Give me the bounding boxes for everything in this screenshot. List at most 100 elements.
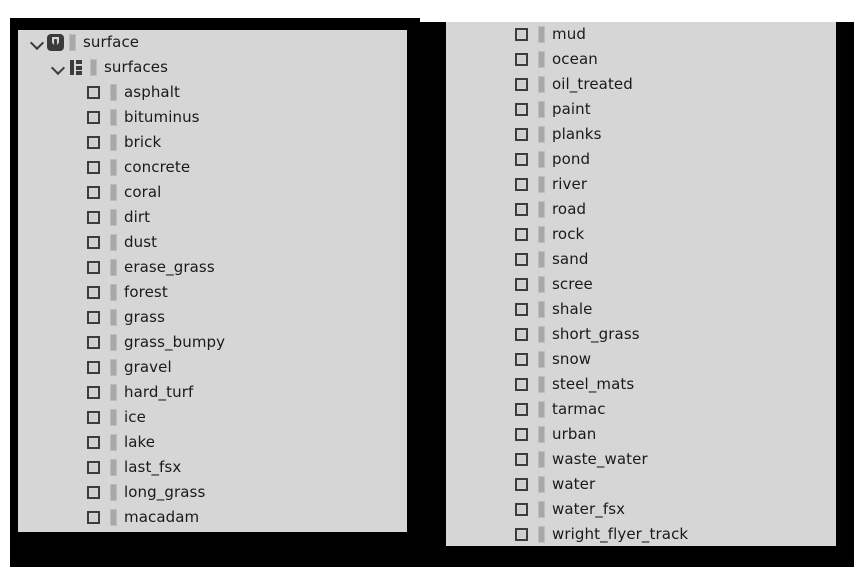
tree-item[interactable]: long_grass [18,480,407,505]
tree-node-label: surfaces [104,58,169,76]
tree-item[interactable]: steel_mats [446,372,836,397]
tree-item-label: forest [124,283,168,301]
item-checkbox[interactable] [87,161,100,174]
item-checkbox[interactable] [515,453,528,466]
tree-item[interactable]: last_fsx [18,455,407,480]
tree-item-label: ice [124,408,146,426]
tree-item[interactable]: pond [446,147,836,172]
item-checkbox[interactable] [515,353,528,366]
tree-item[interactable]: asphalt [18,80,407,105]
item-checkbox[interactable] [87,486,100,499]
item-checkbox[interactable] [515,203,528,216]
item-checkbox[interactable] [515,228,528,241]
item-checkbox[interactable] [87,261,100,274]
item-checkbox[interactable] [87,111,100,124]
tree-item-label: water [552,475,596,493]
tree-item[interactable]: urban [446,422,836,447]
tree-item[interactable]: sand [446,247,836,272]
item-checkbox[interactable] [87,136,100,149]
tree-item[interactable]: dust [18,230,407,255]
item-checkbox[interactable] [87,336,100,349]
item-checkbox[interactable] [515,128,528,141]
tree-item[interactable]: water [446,472,836,497]
tree-node-surfaces[interactable]: surfaces [18,55,407,80]
item-checkbox[interactable] [515,28,528,41]
item-checkbox[interactable] [515,328,528,341]
chevron-down-icon[interactable] [49,58,68,77]
item-checkbox[interactable] [515,403,528,416]
tree-item[interactable]: waste_water [446,447,836,472]
color-swatch [110,459,117,476]
item-checkbox[interactable] [515,178,528,191]
item-checkbox[interactable] [515,253,528,266]
tree-item[interactable]: rock [446,222,836,247]
tree-item-label: oil_treated [552,75,633,93]
item-checkbox[interactable] [87,286,100,299]
item-checkbox[interactable] [87,411,100,424]
tree-item[interactable]: tarmac [446,397,836,422]
item-checkbox[interactable] [515,103,528,116]
item-checkbox[interactable] [87,361,100,374]
tree-item[interactable]: macadam [18,505,407,530]
tree-item[interactable]: road [446,197,836,222]
tree-item[interactable]: water_fsx [446,497,836,522]
tree-item[interactable]: hard_turf [18,380,407,405]
tree-item-label: dust [124,233,158,251]
tree-item[interactable]: coral [18,180,407,205]
tree-item[interactable]: lake [18,430,407,455]
item-checkbox[interactable] [515,528,528,541]
item-checkbox[interactable] [87,311,100,324]
tree-item-list-right: mud ocean oil_treated paint planks pond river r… [446,22,836,546]
tree-item[interactable]: paint [446,97,836,122]
tree-item[interactable]: brick [18,130,407,155]
item-checkbox[interactable] [87,186,100,199]
item-checkbox[interactable] [515,303,528,316]
chevron-down-icon[interactable] [28,33,47,52]
item-checkbox[interactable] [87,386,100,399]
tree-item[interactable]: grass_bumpy [18,330,407,355]
tree-item[interactable]: gravel [18,355,407,380]
tree-item[interactable]: forest [18,280,407,305]
item-checkbox[interactable] [87,511,100,524]
tree-item[interactable]: river [446,172,836,197]
item-checkbox[interactable] [515,428,528,441]
tree-item[interactable]: snow [446,347,836,372]
item-checkbox[interactable] [87,86,100,99]
tree-item[interactable]: short_grass [446,322,836,347]
item-checkbox[interactable] [87,461,100,474]
item-checkbox[interactable] [515,153,528,166]
tree-item[interactable]: planks [446,122,836,147]
tree-item[interactable]: mud [446,22,836,47]
tree-panel-right: mud ocean oil_treated paint planks pond river r… [446,22,836,546]
tree-item[interactable]: ice [18,405,407,430]
item-checkbox[interactable] [87,211,100,224]
tree-node-surface[interactable]: surface [18,30,407,55]
item-checkbox[interactable] [515,478,528,491]
item-checkbox[interactable] [87,436,100,449]
tree-item[interactable]: ocean [446,47,836,72]
item-checkbox[interactable] [515,78,528,91]
tree-item[interactable]: grass [18,305,407,330]
item-checkbox[interactable] [515,53,528,66]
tree-item[interactable]: oil_treated [446,72,836,97]
item-checkbox[interactable] [515,278,528,291]
tree-item[interactable]: shale [446,297,836,322]
color-swatch [538,376,545,393]
color-swatch [110,384,117,401]
tree-item-label: coral [124,183,162,201]
tree-item-label: long_grass [124,483,206,501]
item-checkbox[interactable] [515,378,528,391]
tree-item-label: sand [552,250,589,268]
tree-item[interactable]: dirt [18,205,407,230]
tree-item-label: mud [552,25,586,43]
tree-item-label: wright_flyer_track [552,525,689,543]
color-swatch [110,84,117,101]
tree-item-label: snow [552,350,592,368]
item-checkbox[interactable] [87,236,100,249]
tree-item[interactable]: scree [446,272,836,297]
item-checkbox[interactable] [515,503,528,516]
tree-item[interactable]: wright_flyer_track [446,522,836,546]
tree-item[interactable]: erase_grass [18,255,407,280]
tree-item[interactable]: concrete [18,155,407,180]
tree-item[interactable]: bituminus [18,105,407,130]
